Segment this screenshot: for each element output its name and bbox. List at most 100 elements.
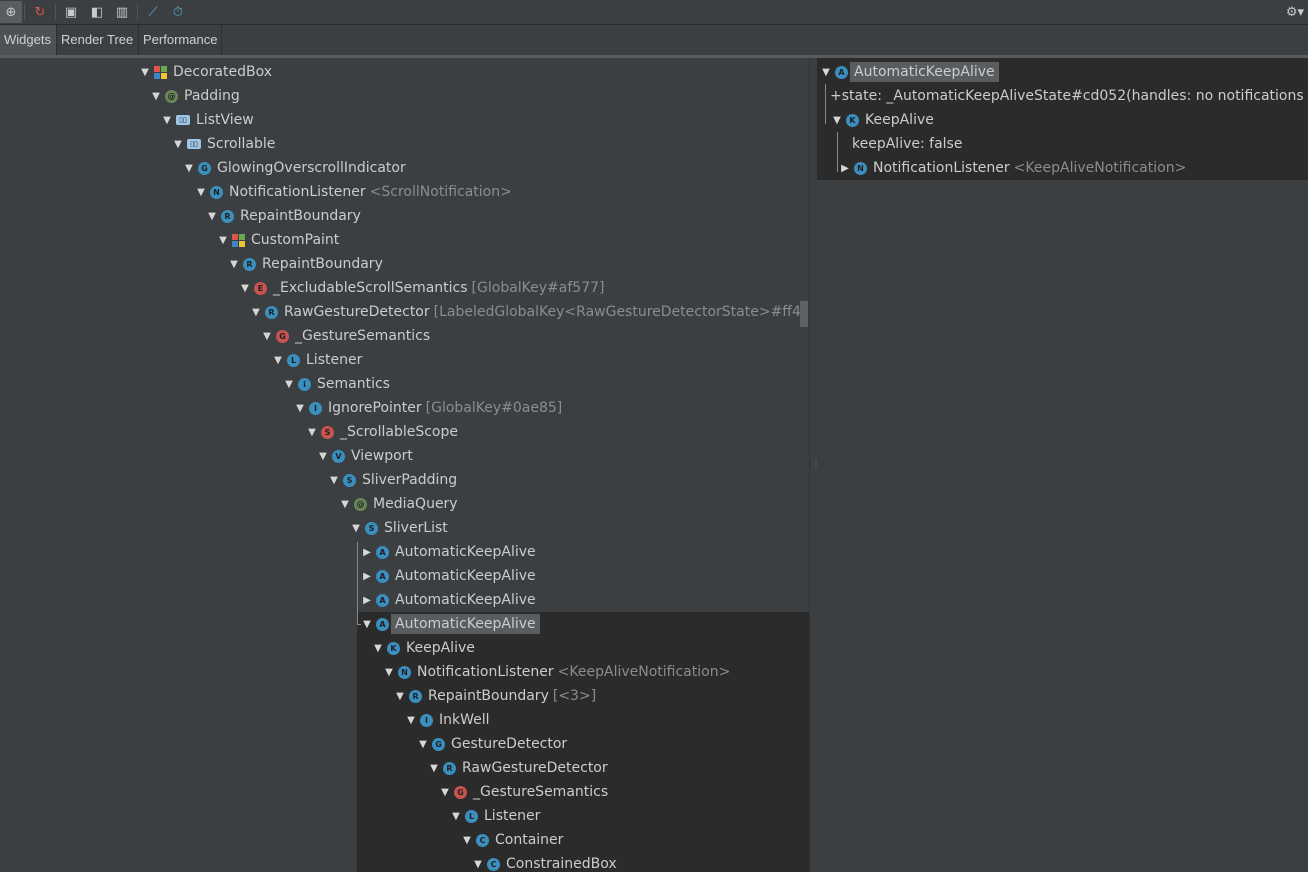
tree-node[interactable]: ▼ R RepaintBoundary [206, 204, 361, 228]
expand-down-icon[interactable]: ▼ [339, 499, 351, 510]
tree-node[interactable]: ▼ I InkWell [405, 708, 489, 732]
expand-down-icon[interactable]: ▼ [306, 427, 318, 438]
tree-node[interactable]: ▼ G GestureDetector [417, 732, 567, 756]
tree-node[interactable]: ▼ N NotificationListener <KeepAliveNotifica… [383, 660, 730, 684]
tab-performance[interactable]: Performance [139, 25, 222, 55]
collapse-right-icon[interactable]: ▶ [361, 595, 373, 606]
tree-node[interactable]: ▼ A AutomaticKeepAlive [361, 612, 540, 636]
expand-down-icon[interactable]: ▼ [394, 691, 406, 702]
widget-type-g-icon: G [198, 161, 211, 175]
tree-node[interactable]: ▼ G _GestureSemantics [261, 324, 430, 348]
expand-down-icon[interactable]: ▼ [417, 739, 429, 750]
debug-paint-icon[interactable]: ▣ [60, 1, 82, 23]
tree-node-label: RepaintBoundary [428, 688, 549, 704]
expand-down-icon[interactable]: ▼ [450, 811, 462, 822]
expand-down-icon[interactable]: ▼ [261, 331, 273, 342]
tree-node[interactable]: ▼ i Semantics [283, 372, 390, 396]
tree-node[interactable]: ▼ G _GestureSemantics [439, 780, 608, 804]
pane-splitter[interactable]: ⋮ [809, 58, 821, 872]
expand-down-icon[interactable]: ▼ [183, 163, 195, 174]
tree-node[interactable]: ▼ V Viewport [317, 444, 413, 468]
tree-node[interactable]: ▼ CustomPaint [217, 228, 339, 252]
tab-render-tree[interactable]: Render Tree [57, 25, 139, 55]
details-node[interactable]: ▼ A AutomaticKeepAlive [820, 60, 999, 84]
widget-type-n-icon: N [854, 161, 867, 175]
expand-down-icon[interactable]: ▼ [372, 643, 384, 654]
settings-gear-icon[interactable]: ⚙▾ [1282, 1, 1308, 23]
collapse-right-icon[interactable]: ▶ [839, 163, 851, 174]
expand-down-icon[interactable]: ▼ [172, 139, 184, 150]
details-node[interactable]: ▼ K KeepAlive [831, 108, 934, 132]
tree-node[interactable]: ▼ @ MediaQuery [339, 492, 457, 516]
expand-down-icon[interactable]: ▼ [195, 187, 207, 198]
tree-node[interactable]: ▼ S SliverPadding [328, 468, 457, 492]
expand-down-icon[interactable]: ▼ [328, 475, 340, 486]
tree-node[interactable]: ▶ A AutomaticKeepAlive [361, 540, 536, 564]
tab-widgets[interactable]: Widgets [0, 25, 57, 55]
details-pane[interactable]: ▼ A AutomaticKeepAlive +state: _AutomaticKe… [817, 58, 1308, 872]
tree-scrollbar-thumb[interactable] [800, 301, 808, 327]
splitter-grip-icon[interactable]: ⋮ [811, 460, 821, 476]
tree-node[interactable]: ▼ C Container [461, 828, 563, 852]
expand-down-icon[interactable]: ▼ [239, 283, 251, 294]
tree-node[interactable]: ▼ C ConstrainedBox [472, 852, 616, 872]
tree-node[interactable]: ▼ R RawGestureDetector [LabeledGlobalKey<Ra… [250, 300, 809, 324]
tree-node-label: SliverPadding [362, 472, 458, 488]
tree-node-label: GestureDetector [451, 736, 568, 752]
tree-node[interactable]: ▶ A AutomaticKeepAlive [361, 564, 536, 588]
expand-down-icon[interactable]: ▼ [831, 115, 843, 126]
expand-down-icon[interactable]: ▼ [161, 115, 173, 126]
expand-down-icon[interactable]: ▼ [820, 67, 832, 78]
tree-node[interactable]: ▼ E _ExcludableScrollSemantics [GlobalKey#a… [239, 276, 604, 300]
tree-node[interactable]: ▼ @ Padding [150, 84, 240, 108]
tree-node[interactable]: ▼ R RawGestureDetector [428, 756, 608, 780]
tree-node[interactable]: ▼ ▯▯ ListView [161, 108, 254, 132]
tree-node[interactable]: ▼ N NotificationListener <ScrollNotificatio… [195, 180, 512, 204]
details-node[interactable]: +state: _AutomaticKeepAliveState#cd052(h… [830, 84, 1308, 108]
expand-down-icon[interactable]: ▼ [217, 235, 229, 246]
expand-down-icon[interactable]: ▼ [439, 787, 451, 798]
tree-node[interactable]: ▼ R RepaintBoundary [228, 252, 383, 276]
render-object-widget-icon [154, 65, 167, 79]
expand-down-icon[interactable]: ▼ [272, 355, 284, 366]
tree-node[interactable]: ▼ L Listener [450, 804, 540, 828]
expand-down-icon[interactable]: ▼ [283, 379, 295, 390]
expand-down-icon[interactable]: ▼ [294, 403, 306, 414]
tree-node[interactable]: ▼ K KeepAlive [372, 636, 475, 660]
widget-type-r-icon: R [221, 209, 234, 223]
expand-down-icon[interactable]: ▼ [428, 763, 440, 774]
trend-line-icon[interactable]: ⟋ [142, 1, 164, 23]
expand-down-icon[interactable]: ▼ [139, 67, 151, 78]
collapse-right-icon[interactable]: ▶ [361, 571, 373, 582]
expand-down-icon[interactable]: ▼ [206, 211, 218, 222]
tree-node[interactable]: ▼ I IgnorePointer [GlobalKey#0ae85] [294, 396, 562, 420]
expand-down-icon[interactable]: ▼ [472, 859, 484, 870]
expand-down-icon[interactable]: ▼ [228, 259, 240, 270]
expand-down-icon[interactable]: ▼ [383, 667, 395, 678]
tree-node-label: Scrollable [207, 136, 276, 152]
expand-down-icon[interactable]: ▼ [405, 715, 417, 726]
refresh-icon[interactable]: ↻ [29, 1, 51, 23]
expand-down-icon[interactable]: ▼ [461, 835, 473, 846]
tree-node[interactable]: ▼ ▯▯ Scrollable [172, 132, 275, 156]
widget-tree-pane[interactable]: ▼ DecoratedBox ▼ @ Padding ▼ ▯▯ ListView ▼ ▯▯ Scro… [0, 58, 809, 872]
tree-node[interactable]: ▼ G GlowingOverscrollIndicator [183, 156, 406, 180]
tree-node[interactable]: ▼ S _ScrollableScope [306, 420, 458, 444]
details-node[interactable]: ▶ N NotificationListener <KeepAliveNotifica… [839, 156, 1186, 180]
tree-node[interactable]: ▼ S SliverList [350, 516, 448, 540]
expand-down-icon[interactable]: ▼ [150, 91, 162, 102]
repaint-rainbow-icon[interactable]: ◧ [86, 1, 108, 23]
expand-down-icon[interactable]: ▼ [250, 307, 262, 318]
details-node[interactable]: keepAlive: false [852, 132, 962, 156]
timer-icon[interactable]: ⏱ [167, 1, 189, 23]
tree-node[interactable]: ▼ L Listener [272, 348, 362, 372]
tree-node[interactable]: ▼ DecoratedBox [139, 60, 272, 84]
expand-down-icon[interactable]: ▼ [350, 523, 362, 534]
select-widget-mode-icon[interactable]: ⊕ [0, 1, 22, 23]
performance-overlay-icon[interactable]: ▥ [111, 1, 133, 23]
collapse-right-icon[interactable]: ▶ [361, 547, 373, 558]
expand-down-icon[interactable]: ▼ [361, 619, 373, 630]
expand-down-icon[interactable]: ▼ [317, 451, 329, 462]
tree-node[interactable]: ▶ A AutomaticKeepAlive [361, 588, 536, 612]
tree-node[interactable]: ▼ R RepaintBoundary [<3>] [394, 684, 596, 708]
